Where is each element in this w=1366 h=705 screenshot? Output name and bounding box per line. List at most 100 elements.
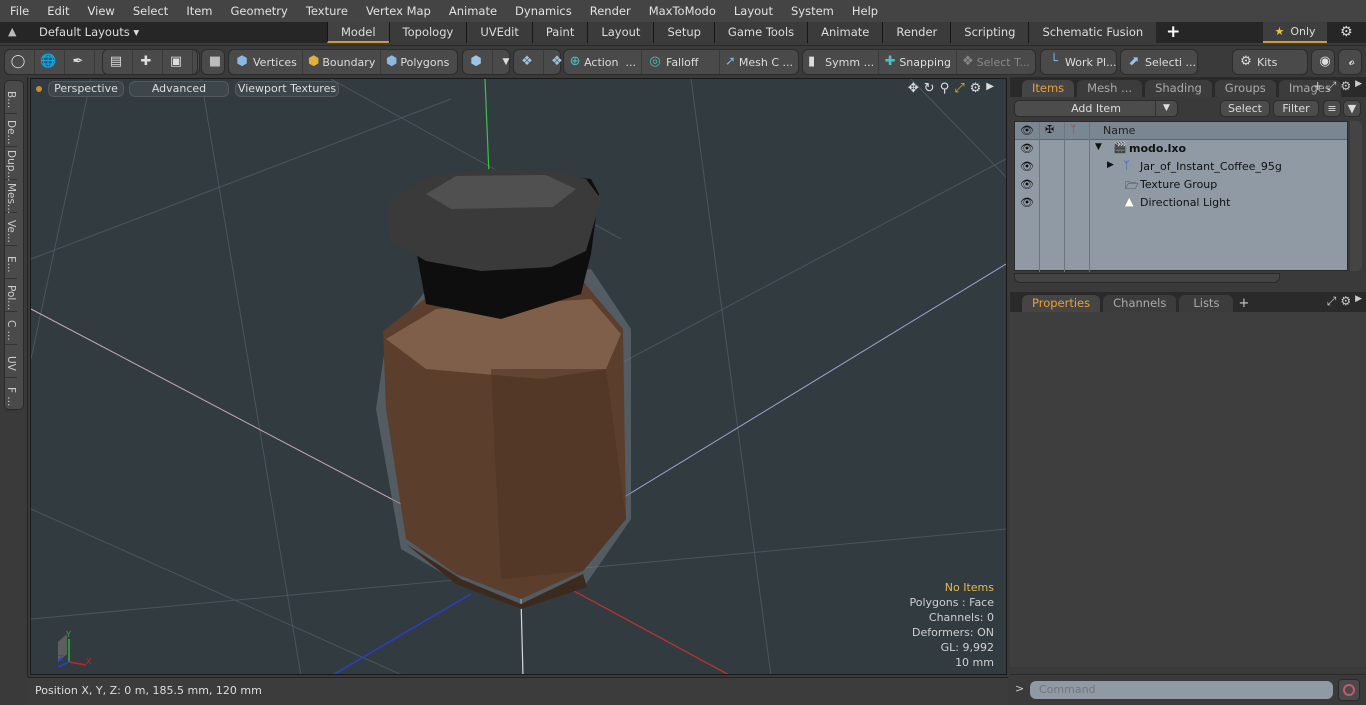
tab-layout[interactable]: Layout — [587, 22, 654, 43]
left-tab-basic[interactable]: B... — [5, 81, 17, 114]
polygons-button[interactable]: ⬢ Polygons — [381, 50, 453, 74]
work-plane-button[interactable]: └ Work Pl... — [1041, 50, 1122, 74]
panel-gear-icon[interactable]: ⚙ — [1340, 294, 1351, 309]
left-tab-fusion[interactable]: F ... — [5, 378, 17, 411]
left-tab-mesh[interactable]: Mes... — [5, 180, 17, 214]
tree-row-light[interactable]: 👁 ▲ Directional Light — [1015, 194, 1347, 212]
vertices-button[interactable]: ⬢ Vertices — [229, 50, 303, 74]
chevron-down-icon[interactable]: ▼ — [1155, 101, 1177, 116]
material-mode-icon[interactable]: ⬢ — [463, 50, 493, 74]
left-tab-vertex[interactable]: Ve... — [5, 213, 17, 246]
select-button[interactable]: Select — [1220, 100, 1270, 117]
kits-button[interactable]: ⚙ Kits — [1233, 50, 1282, 74]
falloff-button[interactable]: ◎ Falloff — [642, 50, 720, 74]
list-options-icon[interactable]: ≡ — [1323, 100, 1341, 117]
tab-lists[interactable]: Lists — [1179, 295, 1234, 312]
tree-row-mesh[interactable]: 👁 ▶ ᛉ Jar_of_Instant_Coffee_95g — [1015, 158, 1347, 176]
panel-gear-icon[interactable]: ⚙ — [1340, 79, 1351, 94]
add-tab-icon[interactable]: + — [1156, 22, 1190, 43]
zoom-icon[interactable]: ⚲ — [940, 81, 950, 96]
menu-texture[interactable]: Texture — [296, 0, 356, 22]
expand-arrow-icon[interactable]: ▶ — [1355, 79, 1362, 94]
expand-arrow-icon[interactable]: ▶ — [1107, 160, 1114, 170]
eye-icon[interactable]: 👁 — [1020, 196, 1034, 209]
viewport-status-dot[interactable] — [36, 86, 42, 92]
selection-sets-button[interactable]: ⬈ Selecti ... — [1121, 50, 1201, 74]
menu-view[interactable]: View — [78, 0, 123, 22]
unreal-icon[interactable]: 𝓸 — [1339, 50, 1366, 74]
maximize-icon[interactable]: ⤢ — [1327, 79, 1337, 94]
name-column-header[interactable]: Name — [1103, 124, 1135, 137]
funnel-icon[interactable]: ▼ — [1343, 100, 1361, 117]
viewport-textures-dropdown[interactable]: Viewport Textures — [235, 81, 339, 97]
collapse-up-icon[interactable]: ▲ — [8, 25, 16, 38]
globe-icon[interactable]: 🌐 — [35, 50, 65, 74]
add-item-button[interactable]: Add Item ▼ — [1014, 100, 1178, 117]
tab-properties[interactable]: Properties — [1022, 295, 1101, 312]
tab-uvedit[interactable]: UVEdit — [466, 22, 532, 43]
left-tab-uv[interactable]: UV — [5, 345, 17, 378]
only-toggle[interactable]: ★ Only — [1263, 22, 1327, 43]
tree-row-scene[interactable]: 👁 ▼ 🎬 modo.lxo — [1015, 140, 1347, 158]
shading-mode-dropdown[interactable]: Advanced — [129, 81, 229, 97]
menu-edit[interactable]: Edit — [37, 0, 77, 22]
command-input[interactable] — [1030, 681, 1333, 699]
tab-items[interactable]: Items — [1022, 80, 1075, 97]
3d-viewport[interactable]: Y X Z Perspective Advanced Viewport Text… — [30, 78, 1007, 675]
maximize-icon[interactable]: ⤢ — [954, 81, 964, 96]
tab-shading[interactable]: Shading — [1145, 80, 1212, 97]
menu-vertex-map[interactable]: Vertex Map — [356, 0, 439, 22]
tab-schematic-fusion[interactable]: Schematic Fusion — [1028, 22, 1157, 43]
frame-icon[interactable]: ▣ — [163, 50, 193, 74]
rotate-icon[interactable]: ↻ — [924, 81, 935, 96]
action-center-button[interactable]: ⊕ Action ... — [564, 50, 642, 74]
pen-icon[interactable]: ✒ — [65, 50, 95, 74]
left-tab-duplicate[interactable]: Dup... — [5, 147, 17, 181]
record-macro-button[interactable] — [1338, 679, 1360, 701]
select-through-button[interactable]: ❖ Select T... — [957, 50, 1035, 74]
menu-geometry[interactable]: Geometry — [221, 0, 296, 22]
tree-row-texture-group[interactable]: 👁 🗁 Texture Group — [1015, 176, 1347, 194]
menu-animate[interactable]: Animate — [439, 0, 505, 22]
menu-render[interactable]: Render — [580, 0, 639, 22]
tree-vertical-scrollbar[interactable] — [1350, 121, 1362, 271]
left-tab-edge[interactable]: E... — [5, 246, 17, 279]
tab-topology[interactable]: Topology — [388, 22, 467, 43]
tab-setup[interactable]: Setup — [653, 22, 714, 43]
tab-paint[interactable]: Paint — [531, 22, 588, 43]
default-layouts-dropdown[interactable]: Default Layouts ▾ — [39, 25, 139, 39]
tab-animate[interactable]: Animate — [807, 22, 883, 43]
unity-icon[interactable]: ◉ — [1312, 50, 1341, 74]
pan-icon[interactable]: ✥ — [908, 81, 919, 96]
tab-groups[interactable]: Groups — [1214, 80, 1276, 97]
tab-game-tools[interactable]: Game Tools — [713, 22, 808, 43]
view-type-dropdown[interactable]: Perspective — [48, 81, 124, 97]
item-mode-icon[interactable]: ■ — [202, 50, 231, 74]
menu-item[interactable]: Item — [176, 0, 220, 22]
menu-layout[interactable]: Layout — [724, 0, 781, 22]
add-tab-icon[interactable]: + — [1313, 79, 1323, 94]
eye-icon[interactable]: 👁 — [1020, 142, 1034, 155]
maximize-icon[interactable]: ⤢ — [1327, 294, 1337, 309]
menu-dynamics[interactable]: Dynamics — [505, 0, 580, 22]
eye-icon[interactable]: 👁 — [1020, 178, 1034, 191]
menu-maxtomodo[interactable]: MaxToModo — [639, 0, 724, 22]
transform-a-icon[interactable]: ❖ — [514, 50, 544, 74]
menu-system[interactable]: System — [781, 0, 842, 22]
gear-icon[interactable]: ⚙ — [1340, 24, 1353, 40]
collapse-arrow-icon[interactable]: ▼ — [1095, 142, 1102, 152]
cross-icon[interactable]: ✚ — [133, 50, 163, 74]
boundary-button[interactable]: ⬢ Boundary — [303, 50, 381, 74]
mesh-constraint-button[interactable]: ➚ Mesh C ... — [720, 50, 798, 74]
eye-icon[interactable]: 👁 — [1020, 160, 1034, 173]
tab-render[interactable]: Render — [882, 22, 951, 43]
symmetry-button[interactable]: ▮ Symm ... — [803, 50, 879, 74]
group-icon[interactable]: ▤ — [103, 50, 133, 74]
sphere-select-icon[interactable]: ◯ — [5, 50, 35, 74]
menu-select[interactable]: Select — [123, 0, 176, 22]
tab-mesh[interactable]: Mesh ... — [1077, 80, 1143, 97]
snapping-button[interactable]: ✚ Snapping — [879, 50, 957, 74]
viewport-gear-icon[interactable]: ⚙ — [970, 81, 982, 96]
tab-channels[interactable]: Channels — [1103, 295, 1177, 312]
left-tab-deform[interactable]: De... — [5, 114, 17, 147]
